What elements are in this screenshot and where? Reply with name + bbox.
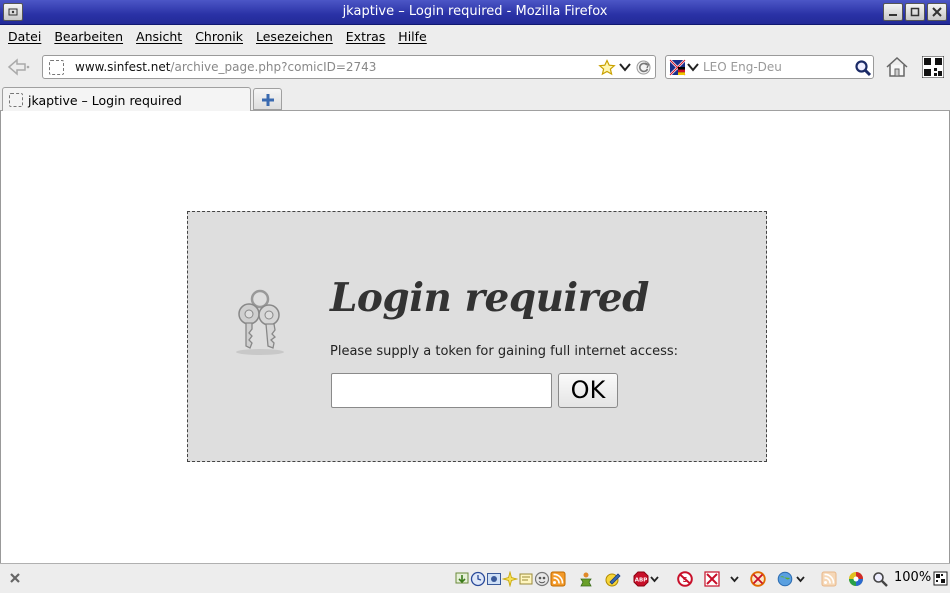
back-button[interactable]	[5, 55, 33, 79]
ok-button[interactable]: OK	[558, 373, 618, 408]
login-description: Please supply a token for gaining full i…	[330, 344, 679, 359]
puzzle-person-icon[interactable]	[578, 571, 594, 587]
blocked-plugin-icon[interactable]	[749, 571, 767, 587]
adblock-plus-icon[interactable]: ABP	[633, 571, 659, 587]
tab-label: jkaptive – Login required	[28, 93, 182, 108]
page-content: Login required Please supply a token for…	[0, 111, 950, 563]
window-title: jkaptive – Login required - Mozilla Fire…	[342, 4, 608, 19]
qr-code-extension-icon[interactable]	[922, 56, 944, 78]
menubar: Datei Bearbeiten Ansicht Chronik Lesezei…	[0, 25, 950, 47]
plus-icon	[262, 94, 274, 106]
close-icon	[932, 7, 942, 17]
search-input-placeholder[interactable]: LEO Eng-Deu	[703, 60, 782, 74]
zoom-icon[interactable]	[872, 571, 888, 587]
resize-grip-icon[interactable]	[933, 571, 948, 586]
back-arrow-icon	[7, 58, 30, 76]
status-bar: ABP S 100%	[0, 563, 950, 593]
menu-chronik[interactable]: Chronik	[189, 29, 250, 44]
maximize-button[interactable]	[905, 3, 925, 21]
note-icon[interactable]	[518, 571, 534, 587]
login-panel: Login required Please supply a token for…	[187, 211, 767, 462]
menu-hilfe[interactable]: Hilfe	[392, 29, 433, 44]
greasemonkey-icon[interactable]	[534, 571, 550, 587]
menu-lesezeichen[interactable]: Lesezeichen	[250, 29, 340, 44]
search-icon[interactable]	[854, 59, 872, 77]
pencil-note-icon[interactable]	[604, 571, 622, 587]
site-favicon-icon	[49, 60, 64, 75]
clock-icon[interactable]	[470, 571, 486, 587]
photo-icon[interactable]	[486, 571, 502, 587]
url-path: /archive_page.php?comicID=2743	[170, 60, 377, 74]
rss-icon[interactable]	[550, 571, 566, 587]
zoom-level[interactable]: 100%	[894, 570, 931, 585]
new-tab-button[interactable]	[253, 88, 282, 110]
blocked-content-icon[interactable]	[704, 571, 744, 587]
close-window-button[interactable]	[927, 3, 947, 21]
url-text[interactable]: www.sinfest.net/archive_page.php?comicID…	[75, 60, 376, 74]
reload-icon[interactable]	[635, 59, 652, 76]
noscript-icon[interactable]: S	[676, 571, 694, 587]
url-history-dropdown-icon[interactable]	[619, 60, 631, 74]
sparkle-icon[interactable]	[502, 571, 518, 587]
keys-icon	[236, 289, 284, 355]
window-titlebar: jkaptive – Login required - Mozilla Fire…	[0, 0, 950, 25]
home-icon[interactable]	[885, 56, 909, 78]
maximize-icon	[910, 7, 920, 17]
color-wheel-icon[interactable]	[848, 571, 864, 587]
minimize-icon	[889, 14, 897, 16]
menu-datei[interactable]: Datei	[2, 29, 48, 44]
tab-bar: jkaptive – Login required	[0, 87, 950, 111]
minimize-button[interactable]	[883, 3, 903, 21]
url-host: www.sinfest.net	[75, 60, 171, 74]
download-icon[interactable]	[454, 571, 470, 587]
close-status-icon[interactable]	[9, 572, 21, 584]
menu-bearbeiten[interactable]: Bearbeiten	[48, 29, 130, 44]
search-bar[interactable]: LEO Eng-Deu	[665, 55, 874, 79]
svg-text:ABP: ABP	[635, 578, 647, 584]
bookmark-star-icon[interactable]	[598, 59, 616, 76]
login-title: Login required	[330, 275, 649, 321]
token-input[interactable]	[331, 373, 552, 408]
feed-disabled-icon[interactable]	[821, 571, 837, 587]
tab-login-required[interactable]: jkaptive – Login required	[2, 87, 251, 111]
tab-favicon-icon	[9, 93, 23, 107]
globe-dropdown-icon[interactable]	[777, 571, 807, 587]
leo-engine-flag-icon[interactable]	[669, 59, 686, 76]
menu-ansicht[interactable]: Ansicht	[130, 29, 189, 44]
navigation-toolbar: www.sinfest.net/archive_page.php?comicID…	[0, 47, 950, 87]
menu-extras[interactable]: Extras	[340, 29, 393, 44]
url-bar[interactable]: www.sinfest.net/archive_page.php?comicID…	[42, 55, 656, 79]
engine-dropdown-icon[interactable]	[687, 61, 699, 73]
